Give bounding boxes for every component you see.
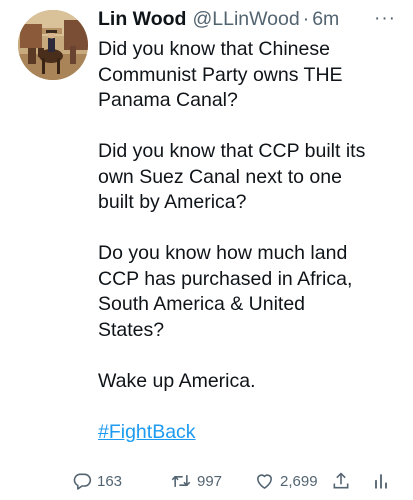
paragraph-3: Do you know how much land CCP has purcha… xyxy=(98,241,398,343)
text-line: built by America? xyxy=(98,191,247,213)
separator: · xyxy=(302,8,310,30)
reply-count: 163 xyxy=(97,472,123,490)
tweet: Lin Wood @LLinWood · 6m ··· Did you know… xyxy=(0,0,413,500)
author-handle[interactable]: @LLinWood xyxy=(192,4,299,34)
paragraph-2: Did you know that CCP built its own Suez… xyxy=(98,139,398,216)
text-line: CCP has purchased in Africa, xyxy=(98,267,353,290)
text-line: Panama Canal? xyxy=(98,89,238,111)
text-line: States? xyxy=(98,318,165,341)
text-line: Communist Party owns THE xyxy=(98,63,343,86)
like-icon xyxy=(257,474,272,489)
analytics-button[interactable] xyxy=(372,470,395,492)
text-line: own Suez Canal next to one xyxy=(98,165,342,188)
retweet-icon xyxy=(171,475,191,487)
retweet-count: 997 xyxy=(197,472,223,490)
share-icon xyxy=(333,472,349,489)
tweet-text: Did you know that Chinese Communist Part… xyxy=(98,37,398,445)
reply-icon xyxy=(73,473,92,490)
tweet-content: Lin Wood @LLinWood · 6m ··· Did you know… xyxy=(98,4,398,445)
more-icon[interactable]: ··· xyxy=(374,4,396,34)
hashtag-paragraph: #FightBack xyxy=(98,420,398,446)
avatar[interactable] xyxy=(18,10,88,80)
text-line: South America & United xyxy=(98,293,306,315)
avatar-icon xyxy=(18,10,88,80)
text-line: Wake up America. xyxy=(98,369,256,392)
paragraph-4: Wake up America. xyxy=(98,369,398,395)
timestamp[interactable]: 6m xyxy=(312,4,339,34)
reply-button[interactable]: 163 xyxy=(72,470,122,492)
share-button[interactable] xyxy=(331,470,356,492)
text-line: Did you know that CCP built its xyxy=(98,140,366,162)
text-line: Did you know that Chinese xyxy=(98,38,330,60)
analytics-icon xyxy=(375,474,387,489)
action-bar: 163 997 2,699 xyxy=(72,470,402,494)
text-line: Do you know how much land xyxy=(98,242,348,264)
paragraph-1: Did you know that Chinese Communist Part… xyxy=(98,37,398,114)
hashtag-link[interactable]: #FightBack xyxy=(98,421,196,443)
author-name[interactable]: Lin Wood xyxy=(98,4,186,34)
like-button[interactable]: 2,699 xyxy=(254,470,318,492)
retweet-button[interactable]: 997 xyxy=(170,470,222,492)
like-count: 2,699 xyxy=(280,472,318,490)
tweet-header: Lin Wood @LLinWood · 6m xyxy=(98,4,398,34)
